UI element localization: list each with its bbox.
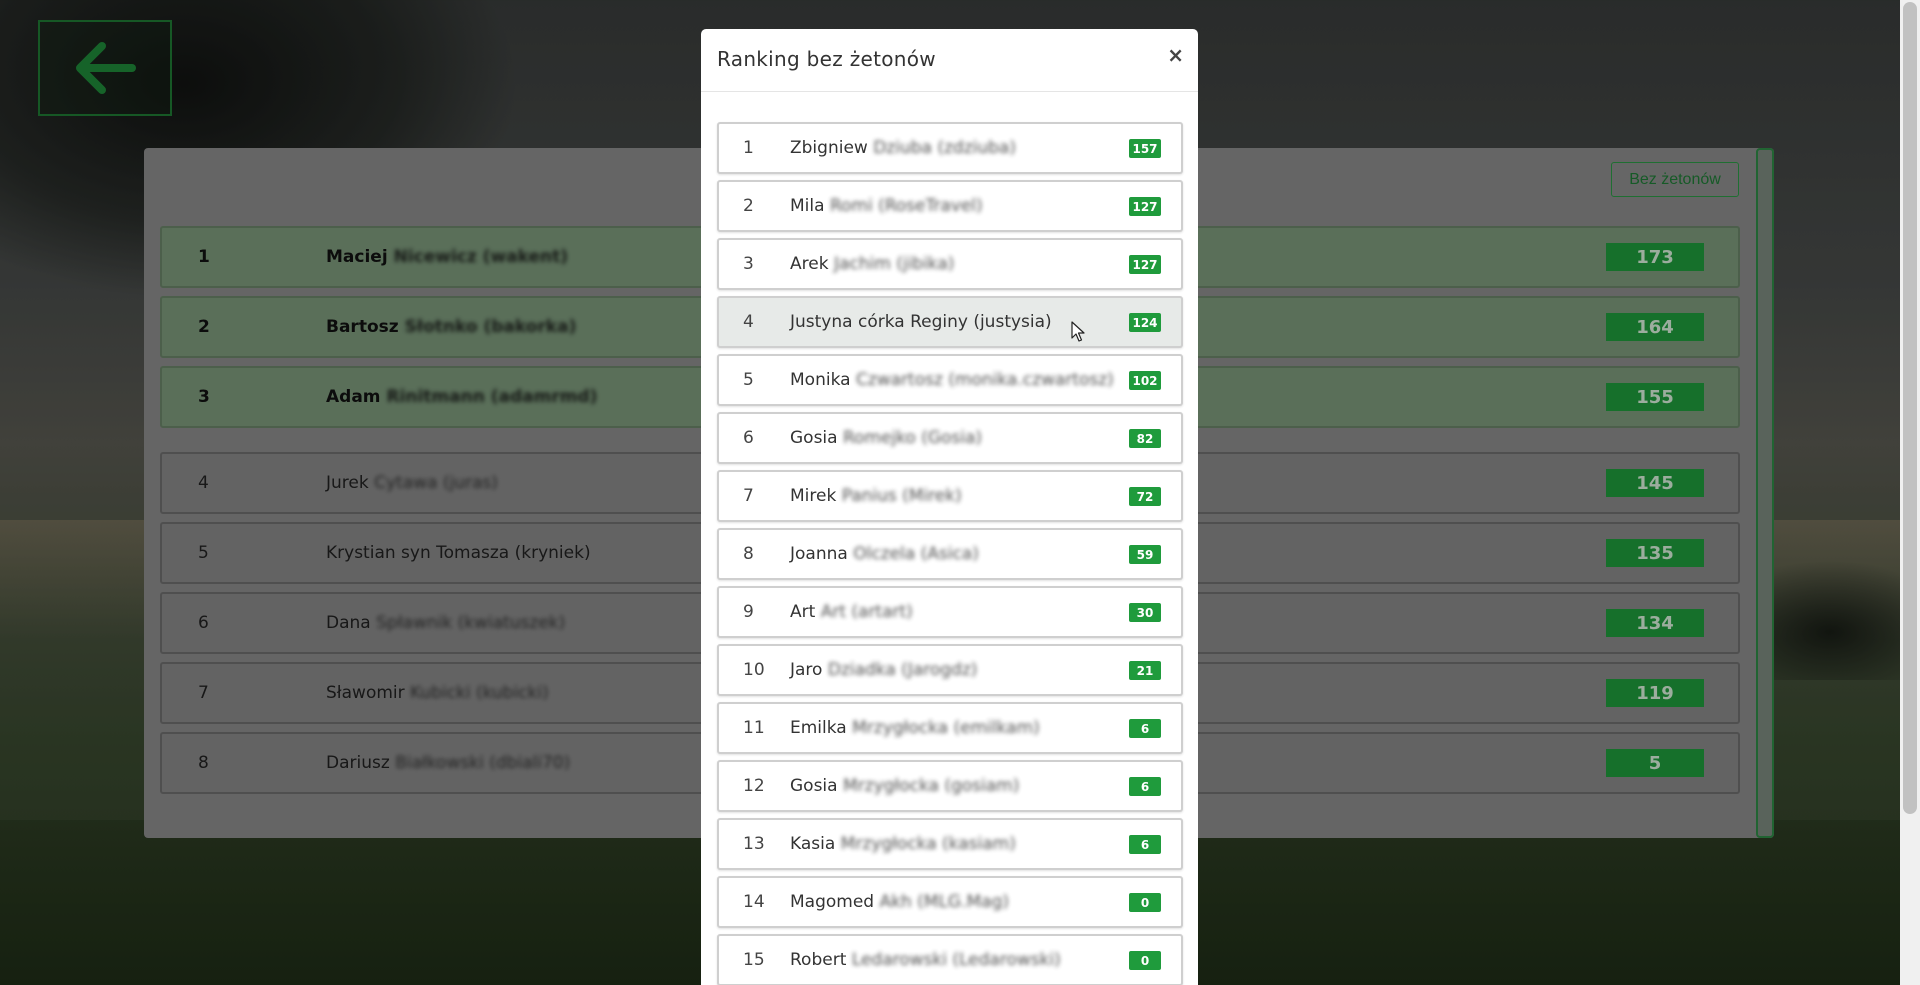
item-surname-blurred: Olczela (Asica) — [853, 544, 979, 564]
item-first-name: Mirek — [790, 486, 837, 506]
item-score-badge: 72 — [1129, 487, 1161, 506]
item-score-badge: 6 — [1129, 777, 1161, 796]
modal-title: Ranking bez żetonów — [717, 47, 936, 71]
item-first-name: Arek — [790, 254, 829, 274]
item-surname-blurred: Romejko (Gosia) — [842, 428, 983, 448]
item-first-name: Kasia — [790, 834, 836, 854]
item-first-name: Mila — [790, 196, 825, 216]
item-rank: 10 — [743, 660, 765, 680]
item-name: Joanna Olczela (Asica) — [790, 544, 979, 564]
mouse-pointer-icon — [1071, 321, 1085, 342]
item-first-name: Joanna — [790, 544, 848, 564]
item-first-name: Robert — [790, 950, 847, 970]
item-surname-blurred: Jachim (jibika) — [833, 254, 955, 274]
item-name: Gosia Mrzygłocka (gosiam) — [790, 776, 1019, 796]
item-first-name: Emilka — [790, 718, 847, 738]
item-name: Mirek Panius (Mirek) — [790, 486, 962, 506]
item-name: Gosia Romejko (Gosia) — [790, 428, 982, 448]
item-rank: 11 — [743, 718, 765, 738]
close-icon[interactable]: × — [1167, 43, 1184, 67]
ranking-list-item[interactable]: 4 Justyna córka Reginy (justysia) 124 — [717, 296, 1183, 348]
item-first-name: Art — [790, 602, 816, 622]
ranking-list-item[interactable]: 15 Robert Ledarowski (Ledarowski) 0 — [717, 934, 1183, 985]
item-surname-blurred: Dziadka (Jarogdz) — [827, 660, 978, 680]
item-name: Monika Czwartosz (monika.czwartosz) — [790, 370, 1114, 390]
ranking-list-item[interactable]: 8 Joanna Olczela (Asica) 59 — [717, 528, 1183, 580]
item-name: Justyna córka Reginy (justysia) — [790, 312, 1052, 332]
item-score-badge: 127 — [1129, 197, 1161, 216]
item-name: Art Art (artart) — [790, 602, 913, 622]
item-name: Kasia Mrzygłocka (kasiam) — [790, 834, 1016, 854]
ranking-modal: Ranking bez żetonów × 1 Zbigniew Dziuba (… — [701, 29, 1198, 985]
item-score-badge: 124 — [1129, 313, 1161, 332]
item-surname-blurred: Romi (RoseTravel) — [829, 196, 983, 216]
item-rank: 1 — [743, 138, 754, 158]
item-rank: 2 — [743, 196, 754, 216]
item-score-badge: 0 — [1129, 893, 1161, 912]
page-scrollbar[interactable] — [1900, 0, 1920, 985]
item-surname-blurred: Art (artart) — [820, 602, 913, 622]
item-surname-blurred: Mrzygłocka (emilkam) — [852, 718, 1040, 738]
item-surname-blurred: Czwartosz (monika.czwartosz) — [855, 370, 1114, 390]
item-first-name: Zbigniew — [790, 138, 868, 158]
item-surname-blurred: Akh (MLG.Mag) — [879, 892, 1010, 912]
ranking-list-item[interactable]: 11 Emilka Mrzygłocka (emilkam) 6 — [717, 702, 1183, 754]
ranking-list-item[interactable]: 3 Arek Jachim (jibika) 127 — [717, 238, 1183, 290]
item-score-badge: 6 — [1129, 835, 1161, 854]
item-first-name: Gosia — [790, 776, 838, 796]
item-name: Arek Jachim (jibika) — [790, 254, 954, 274]
item-score-badge: 157 — [1129, 139, 1161, 158]
ranking-list-item[interactable]: 9 Art Art (artart) 30 — [717, 586, 1183, 638]
item-score-badge: 6 — [1129, 719, 1161, 738]
item-first-name: Justyna córka Reginy (justysia) — [790, 312, 1052, 332]
item-first-name: Jaro — [790, 660, 823, 680]
item-rank: 6 — [743, 428, 754, 448]
item-name: Mila Romi (RoseTravel) — [790, 196, 983, 216]
ranking-list-item[interactable]: 1 Zbigniew Dziuba (zdziuba) 157 — [717, 122, 1183, 174]
item-name: Zbigniew Dziuba (zdziuba) — [790, 138, 1016, 158]
item-name: Robert Ledarowski (Ledarowski) — [790, 950, 1061, 970]
ranking-list-item[interactable]: 2 Mila Romi (RoseTravel) 127 — [717, 180, 1183, 232]
item-rank: 15 — [743, 950, 765, 970]
ranking-list-item[interactable]: 13 Kasia Mrzygłocka (kasiam) 6 — [717, 818, 1183, 870]
item-surname-blurred: Panius (Mirek) — [841, 486, 962, 506]
item-rank: 8 — [743, 544, 754, 564]
item-score-badge: 102 — [1129, 371, 1161, 390]
item-score-badge: 82 — [1129, 429, 1161, 448]
item-rank: 5 — [743, 370, 754, 390]
ranking-list-item[interactable]: 7 Mirek Panius (Mirek) 72 — [717, 470, 1183, 522]
item-rank: 12 — [743, 776, 765, 796]
ranking-list-item[interactable]: 10 Jaro Dziadka (Jarogdz) 21 — [717, 644, 1183, 696]
item-score-badge: 30 — [1129, 603, 1161, 622]
modal-ranking-list: 1 Zbigniew Dziuba (zdziuba) 157 2 Mila Romi … — [717, 122, 1183, 985]
item-rank: 14 — [743, 892, 765, 912]
item-rank: 9 — [743, 602, 754, 622]
ranking-list-item[interactable]: 14 Magomed Akh (MLG.Mag) 0 — [717, 876, 1183, 928]
item-surname-blurred: Ledarowski (Ledarowski) — [851, 950, 1061, 970]
ranking-list-item[interactable]: 5 Monika Czwartosz (monika.czwartosz) 102 — [717, 354, 1183, 406]
item-surname-blurred: Dziuba (zdziuba) — [873, 138, 1016, 158]
scrollbar-thumb[interactable] — [1903, 2, 1917, 814]
modal-header: Ranking bez żetonów × — [701, 29, 1198, 92]
item-score-badge: 21 — [1129, 661, 1161, 680]
item-first-name: Gosia — [790, 428, 838, 448]
item-rank: 7 — [743, 486, 754, 506]
item-first-name: Magomed — [790, 892, 875, 912]
ranking-list-item[interactable]: 12 Gosia Mrzygłocka (gosiam) 6 — [717, 760, 1183, 812]
ranking-list-item[interactable]: 6 Gosia Romejko (Gosia) 82 — [717, 412, 1183, 464]
item-surname-blurred: Mrzygłocka (kasiam) — [840, 834, 1016, 854]
item-name: Emilka Mrzygłocka (emilkam) — [790, 718, 1040, 738]
item-score-badge: 127 — [1129, 255, 1161, 274]
item-surname-blurred: Mrzygłocka (gosiam) — [842, 776, 1020, 796]
item-first-name: Monika — [790, 370, 851, 390]
item-name: Magomed Akh (MLG.Mag) — [790, 892, 1009, 912]
item-score-badge: 59 — [1129, 545, 1161, 564]
item-name: Jaro Dziadka (Jarogdz) — [790, 660, 977, 680]
item-rank: 13 — [743, 834, 765, 854]
item-rank: 3 — [743, 254, 754, 274]
item-score-badge: 0 — [1129, 951, 1161, 970]
item-rank: 4 — [743, 312, 754, 332]
